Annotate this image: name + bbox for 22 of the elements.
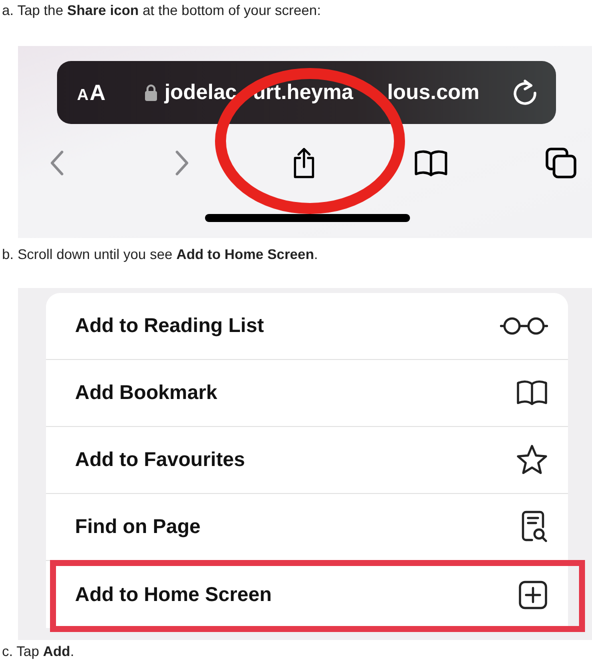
menu-item[interactable]: Add to Home Screen: [46, 561, 568, 628]
instruction-text: b. Scroll down until you see Add to Home Screen.: [1, 245, 319, 264]
text-size-button[interactable]: AA: [77, 76, 106, 109]
address-bar[interactable]: AA jodelac urt.heyma lous.com: [57, 61, 556, 124]
add-square-icon: [518, 580, 548, 610]
menu-item[interactable]: Find on Page: [46, 494, 568, 561]
url-text: lous.com: [387, 80, 480, 106]
find-on-page-icon: [520, 510, 548, 544]
url-text: jodelac: [164, 80, 237, 106]
lock-icon: [144, 84, 158, 102]
star-icon: [516, 444, 548, 476]
reload-icon[interactable]: [512, 78, 538, 106]
menu-item[interactable]: Add Bookmark: [46, 360, 568, 427]
instruction-text: c. Tap Add.: [1, 642, 76, 661]
instruction-text: a. Tap the Share icon at the bottom of your screen:: [1, 1, 322, 20]
book-icon[interactable]: [414, 148, 448, 178]
book-icon: [516, 378, 548, 408]
tabs-icon[interactable]: [545, 147, 577, 179]
menu-item[interactable]: Add to Favourites: [46, 427, 568, 494]
menu-item[interactable]: Add to Reading List: [46, 293, 568, 360]
url-text: urt.heyma: [252, 80, 354, 106]
share-icon[interactable]: [291, 146, 317, 180]
